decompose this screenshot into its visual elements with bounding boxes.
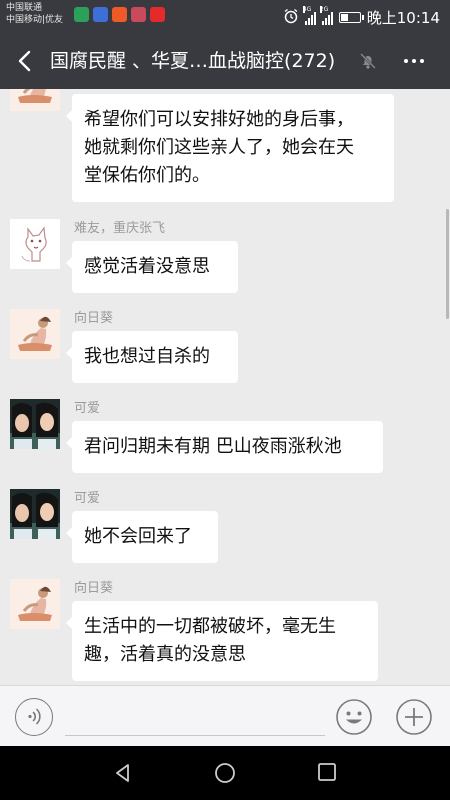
message-text-line: 希望你们可以安排好她的身后事， — [84, 109, 354, 130]
message-input-bar — [0, 685, 450, 746]
signal-2-icon: 2G — [319, 5, 333, 25]
back-arrow-icon — [18, 50, 31, 72]
signal-2-tag: 2G — [319, 5, 329, 13]
fox-sketch-avatar[interactable] — [10, 219, 60, 269]
plus-icon — [396, 699, 432, 735]
emoji-button[interactable] — [335, 698, 373, 736]
two-girls-photo-avatar[interactable] — [10, 399, 60, 449]
message-text-line: 她不会回来了 — [84, 526, 192, 547]
system-home-button[interactable] — [212, 760, 238, 786]
message-bubble[interactable]: 生活中的一切都被破坏，毫无生 趣，活着真的没意思 — [66, 601, 378, 681]
message-text-line: 我也想过自杀的 — [84, 346, 210, 367]
message-text-field[interactable] — [65, 696, 325, 736]
sender-name: 可爱 — [74, 491, 101, 506]
message-text-line: 趣，活着真的没意思 — [84, 644, 246, 665]
woman-yoga-avatar[interactable] — [10, 89, 60, 111]
message-text-line: 感觉活着没意思 — [84, 256, 210, 277]
voice-input-button[interactable] — [15, 698, 53, 736]
two-girls-photo-avatar[interactable] — [10, 489, 60, 539]
browser-app-icon — [93, 7, 108, 22]
system-recents-button[interactable] — [316, 761, 338, 783]
gameplay-app-icon — [74, 7, 89, 22]
carrier-info: 中国联通 中国移动|优友 — [6, 2, 63, 26]
gallery-app-icon — [131, 7, 146, 22]
voice-icon — [28, 708, 41, 725]
clock: 晚上10:14 — [366, 9, 440, 27]
message-bubble[interactable]: 君问归期未有期 巴山夜雨涨秋池 — [66, 421, 383, 473]
message-bubble[interactable]: 感觉活着没意思 — [66, 241, 238, 293]
mute-icon — [358, 51, 378, 71]
message-text-line: 生活中的一切都被破坏，毫无生 — [84, 616, 336, 637]
smiley-icon — [336, 699, 372, 735]
signal-1-icon: 4G — [302, 5, 316, 25]
chat-title: 国腐民醒 、华夏…血战脑控(272) — [50, 50, 336, 72]
circle-home-icon — [215, 763, 235, 783]
video-app-icon — [112, 7, 127, 22]
message-bubble[interactable]: 她不会回来了 — [66, 511, 218, 563]
woman-yoga-avatar[interactable] — [10, 309, 60, 359]
scrollbar-thumb[interactable] — [446, 209, 449, 319]
battery-icon — [338, 12, 364, 23]
chat-header: 国腐民醒 、华夏…血战脑控(272) — [0, 33, 450, 89]
message-text-line: 堂保佑你们的。 — [84, 165, 210, 186]
notification-icons — [74, 7, 165, 22]
square-recents-icon — [318, 763, 336, 781]
alarm-icon — [283, 8, 299, 28]
message-bubble[interactable]: 我也想过自杀的 — [66, 331, 238, 383]
back-button[interactable] — [12, 47, 40, 75]
triangle-back-icon — [116, 764, 129, 782]
more-options-button[interactable] — [400, 49, 428, 73]
message-text-line: 君问归期未有期 巴山夜雨涨秋池 — [84, 436, 342, 457]
message-text-line: 她就剩你们这些亲人了，她会在天 — [84, 137, 354, 158]
sender-name: 向日葵 — [74, 581, 114, 596]
message-bubble[interactable]: 希望你们可以安排好她的身后事， 她就剩你们这些亲人了，她会在天 堂保佑你们的。 — [66, 94, 394, 202]
signal-1-tag: 4G — [302, 5, 312, 13]
chat-message-list[interactable]: 希望你们可以安排好她的身后事， 她就剩你们这些亲人了，她会在天 堂保佑你们的。难友，… — [0, 89, 450, 685]
status-bar: 中国联通 中国移动|优友 4G 2G 晚上10:14 — [0, 0, 450, 33]
system-back-button[interactable] — [110, 760, 136, 786]
carrier-1-label: 中国联通 — [6, 3, 43, 13]
system-navigation-bar — [0, 746, 450, 800]
youku-app-icon — [150, 7, 165, 22]
sender-name: 向日葵 — [74, 311, 114, 326]
more-functions-button[interactable] — [395, 698, 433, 736]
status-indicators: 4G 2G 晚上10:14 — [283, 5, 440, 28]
sender-name: 可爱 — [74, 401, 101, 416]
sender-name: 难友，重庆张飞 — [74, 221, 166, 236]
carrier-2-label: 中国移动|优友 — [6, 15, 64, 25]
woman-yoga-avatar[interactable] — [10, 579, 60, 629]
